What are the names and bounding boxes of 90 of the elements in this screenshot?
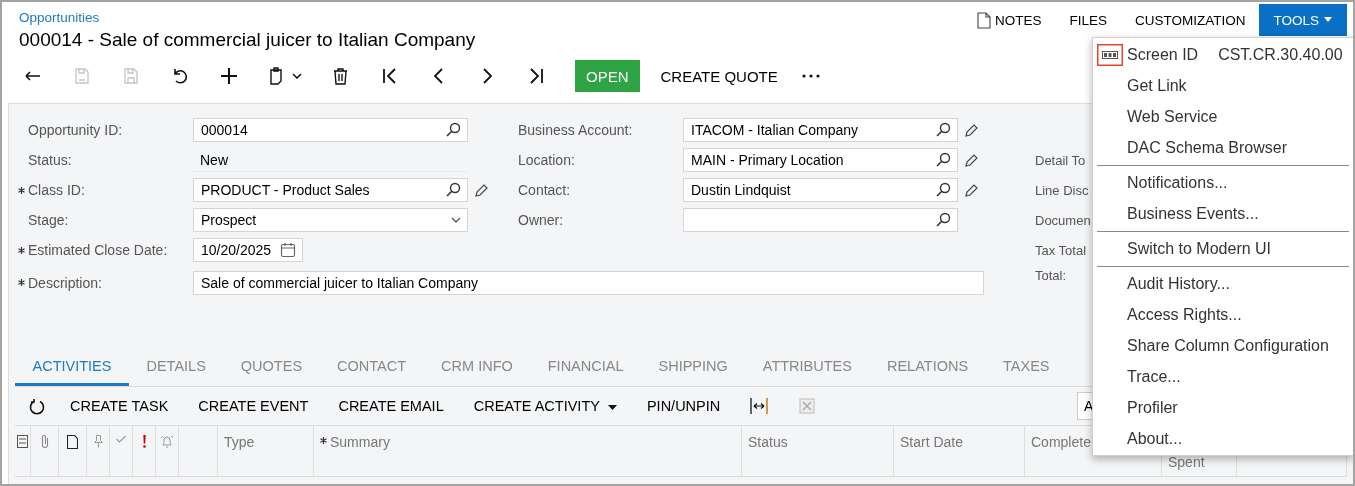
field-label: Detail To xyxy=(1035,152,1086,168)
action-button[interactable]: CREATE EMAIL xyxy=(323,390,459,422)
exclamation-icon xyxy=(142,435,146,448)
pencil-icon[interactable] xyxy=(475,183,489,197)
status-value: New xyxy=(200,151,228,168)
checkmark-icon xyxy=(116,435,126,443)
bell-icon xyxy=(160,435,174,448)
menu-item[interactable]: Switch to Modern UI xyxy=(1093,233,1353,264)
lookup-field[interactable]: MAIN - Primary Location xyxy=(683,148,958,172)
field-label: Owner: xyxy=(518,212,564,228)
field-label: Total: xyxy=(1035,267,1067,283)
fit-columns-icon[interactable] xyxy=(749,397,770,415)
screen-id-icon xyxy=(1097,43,1123,66)
field-label: Opportunity ID: xyxy=(28,122,123,138)
tools-menu-button[interactable]: TOOLS xyxy=(1259,4,1347,36)
search-icon[interactable] xyxy=(935,152,951,168)
menu-item[interactable]: Audit History... xyxy=(1093,268,1353,299)
field-label: Contact: xyxy=(518,182,571,198)
field-label: Line Disc xyxy=(1035,182,1089,198)
lookup-field[interactable]: ITACOM - Italian Company xyxy=(683,118,958,142)
field-label: Documen xyxy=(1035,212,1091,228)
paperclip-icon xyxy=(40,435,49,449)
column-header[interactable]: Start Date xyxy=(900,434,964,450)
first-record-icon xyxy=(380,67,399,85)
action-button[interactable]: CREATE ACTIVITY xyxy=(458,390,632,422)
column-header[interactable]: Complete xyxy=(1031,434,1091,450)
field-label: Stage: xyxy=(28,212,69,228)
field-label: Location: xyxy=(518,152,575,168)
menu-item[interactable]: Profiler xyxy=(1093,392,1353,423)
caret-icon xyxy=(607,404,617,410)
document-icon xyxy=(67,435,78,449)
menu-item[interactable]: Access Rights... xyxy=(1093,299,1353,330)
action-button[interactable]: CREATE QUOTE xyxy=(647,60,791,92)
action-button[interactable]: CREATE EVENT xyxy=(183,390,324,422)
note-icon xyxy=(17,435,28,448)
last-record-icon xyxy=(527,67,546,85)
save-icon xyxy=(121,67,140,85)
field-label: Tax Total xyxy=(1035,242,1087,258)
dropdown-field[interactable]: Prospect xyxy=(193,208,468,232)
refresh-icon[interactable] xyxy=(29,397,45,415)
column-header[interactable]: Summary xyxy=(330,434,390,450)
breadcrumb-link[interactable]: Opportunities xyxy=(19,10,100,25)
menu-item[interactable]: About... xyxy=(1093,423,1353,454)
header-button[interactable]: NOTES xyxy=(962,4,1056,36)
caret-icon xyxy=(1323,17,1333,23)
column-header[interactable]: Type xyxy=(224,434,255,450)
column-header[interactable]: Spent xyxy=(1168,454,1205,470)
menu-item[interactable]: Screen ID CST.CR.30.40.00 xyxy=(1093,39,1353,70)
action-button[interactable]: PIN/UNPIN xyxy=(631,390,736,422)
menu-item[interactable]: Get Link xyxy=(1093,70,1353,101)
action-button[interactable]: CREATE TASK xyxy=(55,390,184,422)
more-icon[interactable] xyxy=(800,73,821,79)
header-button[interactable]: FILES xyxy=(1055,4,1121,36)
lookup-field[interactable]: 000014 xyxy=(193,118,468,142)
lookup-field[interactable]: PRODUCT - Product Sales xyxy=(193,178,468,202)
field-label: Status: xyxy=(28,152,72,168)
description-field[interactable]: Sale of commercial juicer to Italian Company xyxy=(193,270,984,295)
document-icon xyxy=(976,11,991,29)
chevron-icon xyxy=(451,217,461,223)
menu-item[interactable]: Notifications... xyxy=(1093,167,1353,198)
menu-item[interactable]: Web Service xyxy=(1093,101,1353,132)
add-icon xyxy=(219,67,238,85)
save-close-icon xyxy=(72,67,91,85)
search-icon[interactable] xyxy=(445,122,461,138)
column-header[interactable]: Status xyxy=(748,434,788,450)
lookup-field[interactable]: Dustin Lindquist xyxy=(683,178,958,202)
pencil-icon[interactable] xyxy=(965,123,979,137)
lookup-field[interactable] xyxy=(683,208,958,232)
menu-item[interactable]: Business Events... xyxy=(1093,198,1353,229)
field-label: Description: xyxy=(28,274,102,291)
pencil-icon[interactable] xyxy=(965,153,979,167)
search-icon[interactable] xyxy=(935,122,951,138)
page-title: 000014 - Sale of commercial juicer to Italian Company xyxy=(19,29,476,51)
delete-icon xyxy=(331,67,350,85)
field-label: Business Account: xyxy=(518,122,633,138)
pin-icon xyxy=(93,435,103,448)
field-label: Estimated Close Date: xyxy=(28,242,168,258)
search-icon[interactable] xyxy=(445,182,461,198)
calendar-icon[interactable] xyxy=(280,242,296,258)
search-icon[interactable] xyxy=(935,182,951,198)
header-button[interactable]: CUSTOMIZATION xyxy=(1120,4,1260,36)
menu-item[interactable]: DAC Schema Browser xyxy=(1093,132,1353,163)
pencil-icon[interactable] xyxy=(965,183,979,197)
date-field[interactable]: 10/20/2025 xyxy=(193,238,303,262)
field-label: Class ID: xyxy=(28,182,85,198)
chevron-icon xyxy=(291,73,302,79)
menu-item[interactable]: Share Column Configuration xyxy=(1093,330,1353,361)
tab[interactable]: ACTIVITIES xyxy=(15,349,129,386)
search-icon[interactable] xyxy=(935,212,951,228)
menu-item[interactable]: Trace... xyxy=(1093,361,1353,392)
